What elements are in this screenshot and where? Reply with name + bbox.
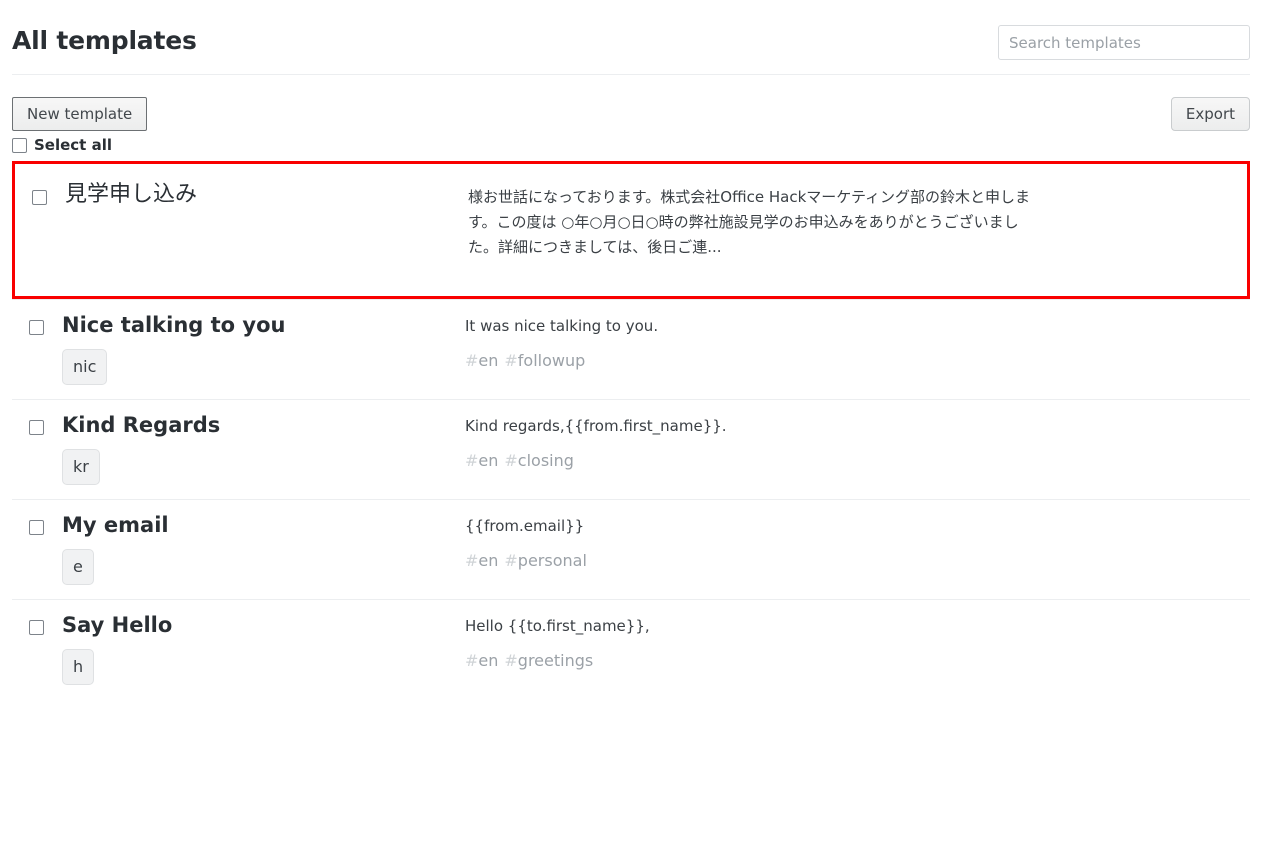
template-row-left: My email e bbox=[62, 512, 465, 585]
template-row-checkbox-cell bbox=[12, 312, 62, 335]
template-tag[interactable]: #personal bbox=[504, 551, 587, 570]
page-title: All templates bbox=[12, 26, 197, 55]
hash-icon: # bbox=[504, 651, 518, 670]
template-tag[interactable]: #en bbox=[465, 351, 498, 370]
template-name[interactable]: 見学申し込み bbox=[65, 182, 468, 208]
hash-icon: # bbox=[465, 351, 479, 370]
template-tag[interactable]: #en bbox=[465, 551, 498, 570]
hash-icon: # bbox=[504, 451, 518, 470]
template-row-checkbox-cell bbox=[12, 412, 62, 435]
template-tag-label: closing bbox=[517, 451, 574, 470]
template-shortcut-badge: kr bbox=[62, 449, 100, 485]
hash-icon: # bbox=[465, 451, 479, 470]
select-all-checkbox[interactable] bbox=[12, 137, 27, 153]
template-tag-label: personal bbox=[517, 551, 587, 570]
hash-icon: # bbox=[504, 351, 518, 370]
template-body-preview: It was nice talking to you. bbox=[465, 317, 659, 335]
template-row-checkbox-cell bbox=[12, 612, 62, 635]
template-list: 見学申し込み 様お世話になっております。株式会社Office Hackマーケティン… bbox=[12, 161, 1250, 699]
page-header: All templates bbox=[12, 0, 1250, 75]
template-tag-label: en bbox=[478, 351, 499, 370]
template-row-left: Kind Regards kr bbox=[62, 412, 465, 485]
template-row-left: Nice talking to you nic bbox=[62, 312, 465, 385]
template-tag-label: followup bbox=[517, 351, 586, 370]
template-row-left: Say Hello h bbox=[62, 612, 465, 685]
template-tag-label: en bbox=[478, 551, 499, 570]
template-tags: #en #greetings bbox=[465, 651, 1230, 671]
template-row-checkbox[interactable] bbox=[29, 420, 44, 435]
template-row-checkbox[interactable] bbox=[29, 320, 44, 335]
template-tag[interactable]: #closing bbox=[504, 451, 574, 470]
export-button[interactable]: Export bbox=[1170, 97, 1250, 131]
template-row[interactable]: 見学申し込み 様お世話になっております。株式会社Office Hackマーケティン… bbox=[12, 161, 1250, 299]
template-tags: #en #personal bbox=[465, 551, 1230, 571]
template-row[interactable]: Nice talking to you nic It was nice talkin… bbox=[12, 299, 1250, 399]
template-name[interactable]: Say Hello bbox=[62, 612, 465, 638]
template-row-checkbox-cell bbox=[15, 182, 65, 205]
template-shortcut-badge: h bbox=[62, 649, 95, 685]
select-all-label: Select all bbox=[34, 136, 112, 154]
template-shortcut-badge: nic bbox=[62, 349, 108, 385]
template-row[interactable]: Say Hello h Hello {{to.first_name}}, #en #gr… bbox=[12, 599, 1250, 699]
template-body-preview: Kind regards,{{from.first_name}}. bbox=[465, 417, 727, 435]
hash-icon: # bbox=[504, 551, 518, 570]
template-row-checkbox[interactable] bbox=[32, 190, 47, 205]
template-row[interactable]: Kind Regards kr Kind regards,{{from.first_… bbox=[12, 399, 1250, 499]
template-tag[interactable]: #en bbox=[465, 451, 498, 470]
template-tag[interactable]: #en bbox=[465, 651, 498, 670]
template-row-right: It was nice talking to you. #en #followup bbox=[465, 312, 1250, 371]
template-tag-label: greetings bbox=[517, 651, 594, 670]
template-row-right: {{from.email}} #en #personal bbox=[465, 512, 1250, 571]
template-shortcut-badge: e bbox=[62, 549, 94, 585]
hash-icon: # bbox=[465, 551, 479, 570]
template-row-right: Hello {{to.first_name}}, #en #greetings bbox=[465, 612, 1250, 671]
template-tag[interactable]: #followup bbox=[504, 351, 585, 370]
template-tag[interactable]: #greetings bbox=[504, 651, 593, 670]
template-row-right: Kind regards,{{from.first_name}}. #en #clo… bbox=[465, 412, 1250, 471]
template-tags: #en #closing bbox=[465, 451, 1230, 471]
template-tag-label: en bbox=[478, 651, 499, 670]
template-row-checkbox[interactable] bbox=[29, 520, 44, 535]
template-row-checkbox[interactable] bbox=[29, 620, 44, 635]
template-tags: #en #followup bbox=[465, 351, 1230, 371]
template-row[interactable]: My email e {{from.email}} #en #personal bbox=[12, 499, 1250, 599]
template-name[interactable]: Kind Regards bbox=[62, 412, 465, 438]
template-row-left: 見学申し込み bbox=[65, 182, 468, 208]
new-template-button[interactable]: New template bbox=[12, 97, 148, 131]
template-name[interactable]: My email bbox=[62, 512, 465, 538]
template-name[interactable]: Nice talking to you bbox=[62, 312, 465, 338]
template-body-preview: 様お世話になっております。株式会社Office Hackマーケティング部の鈴木と… bbox=[468, 188, 1031, 256]
select-all-row[interactable]: Select all bbox=[12, 129, 1250, 161]
template-body-preview: {{from.email}} bbox=[465, 517, 585, 535]
template-row-checkbox-cell bbox=[12, 512, 62, 535]
template-row-right: 様お世話になっております。株式会社Office Hackマーケティング部の鈴木と… bbox=[468, 182, 1247, 260]
template-body-preview: Hello {{to.first_name}}, bbox=[465, 617, 650, 635]
template-tag-label: en bbox=[478, 451, 499, 470]
hash-icon: # bbox=[465, 651, 479, 670]
search-input[interactable] bbox=[998, 25, 1250, 60]
